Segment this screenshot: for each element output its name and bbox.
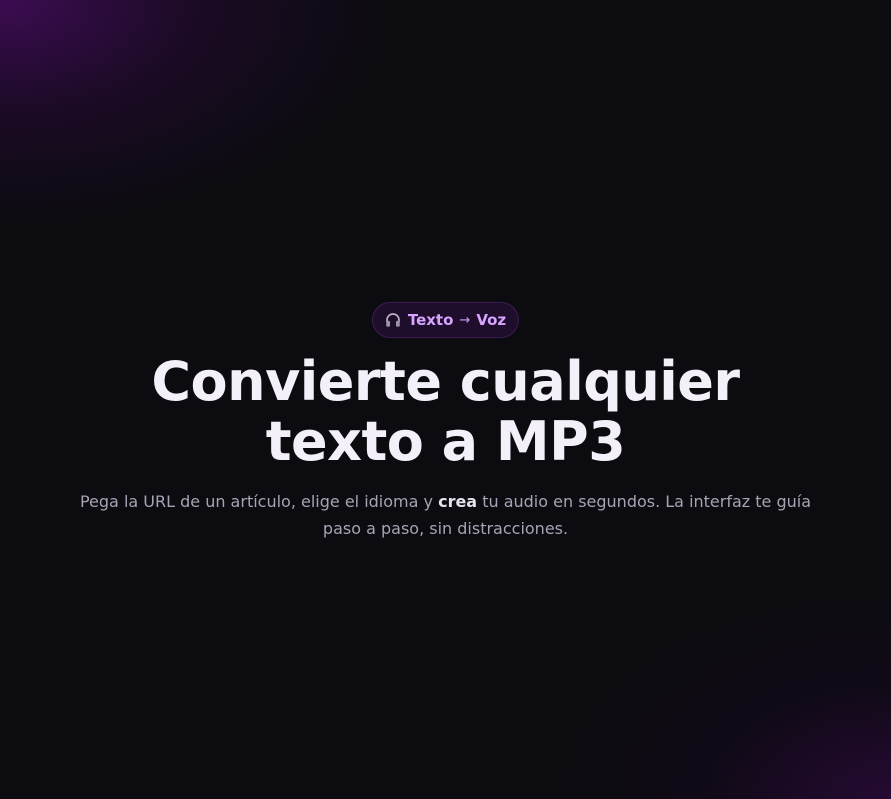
hero-section: Texto → Voz Convierte cualquier texto a … [0,302,891,542]
title-line-1: Convierte cualquier [151,350,740,413]
subtitle-text-start: Pega la URL de un artículo, elige el idi… [79,492,433,511]
page-subtitle: Pega la URL de un artículo, elige el idi… [76,488,816,542]
badge-from-label: Texto [407,311,454,329]
badge-to-label: Voz [476,311,507,329]
headphones-icon [384,311,402,329]
title-line-2: texto a MP3 [265,410,626,473]
subtitle-emphasis: crea [438,492,478,511]
page-title: Convierte cualquier texto a MP3 [126,352,766,472]
mode-badge: Texto → Voz [371,302,520,338]
arrow-right-icon: → [459,312,471,328]
